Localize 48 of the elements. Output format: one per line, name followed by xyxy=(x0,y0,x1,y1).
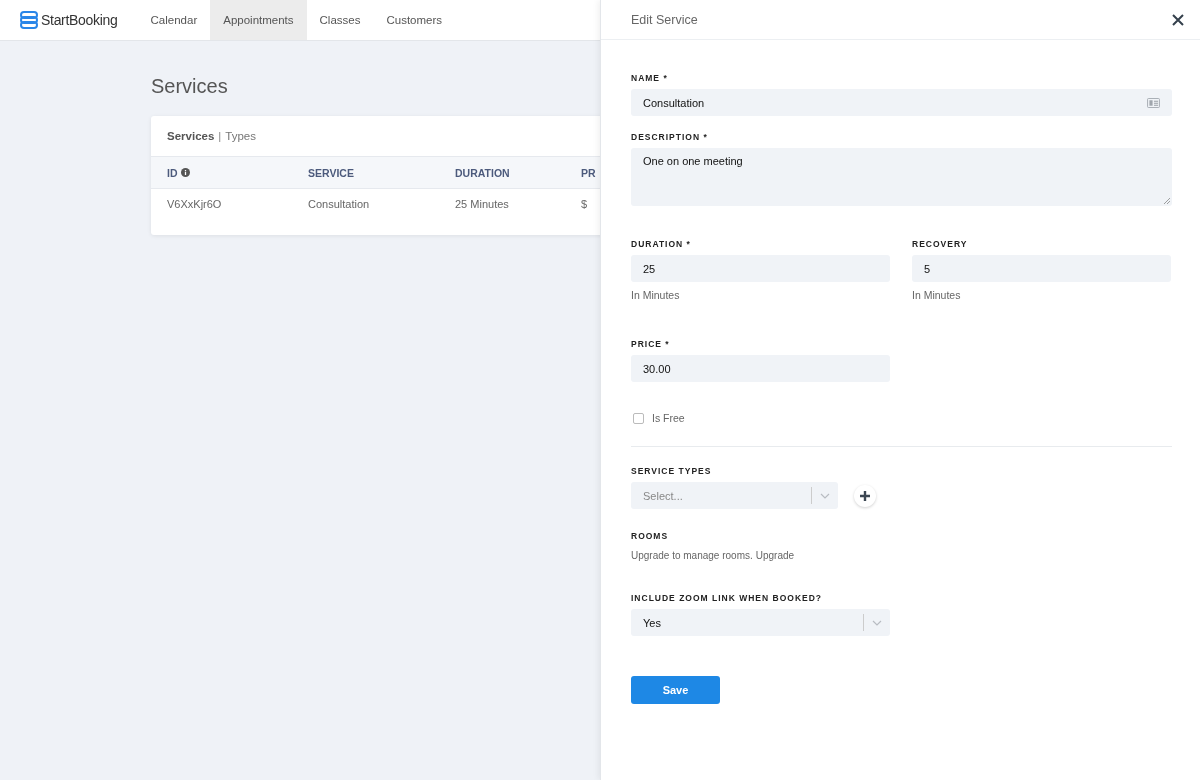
field-label: SERVICE TYPES xyxy=(631,466,713,476)
table-cell: Consultation xyxy=(308,198,370,210)
checkbox-label: Is Free xyxy=(652,412,685,424)
number-field[interactable]: 5 xyxy=(912,255,1171,282)
logo-icon xyxy=(20,11,38,29)
field-label: NAME * xyxy=(631,73,669,83)
add-button[interactable] xyxy=(854,484,876,507)
info-icon[interactable] xyxy=(180,168,190,177)
nav-tab[interactable]: Calendar xyxy=(137,0,211,40)
table-cell: $ xyxy=(581,198,588,210)
zoom-link-select[interactable]: Yes xyxy=(631,609,890,636)
nav-tab[interactable]: Classes xyxy=(306,0,374,40)
field-label: PRICE * xyxy=(631,339,671,349)
id-card-icon xyxy=(1147,97,1160,108)
name-field[interactable]: Consultation xyxy=(631,89,1172,116)
plus-icon xyxy=(860,490,870,501)
column-header: DURATION xyxy=(455,166,510,179)
number-field[interactable]: 25 xyxy=(631,255,890,282)
page-title: Services xyxy=(151,75,228,98)
drawer-title: Edit Service xyxy=(631,12,698,27)
chevron-down-icon xyxy=(820,492,830,499)
field-hint: In Minutes xyxy=(631,289,681,301)
rooms-note: Upgrade to manage rooms. xyxy=(631,550,753,561)
tab-separator: | xyxy=(218,130,222,142)
nav-tab[interactable]: Customers xyxy=(373,0,456,40)
close-icon[interactable] xyxy=(1172,13,1184,26)
field-label: ROOMS xyxy=(631,531,670,541)
field-label: INCLUDE ZOOM LINK WHEN BOOKED? xyxy=(631,593,824,603)
column-header: PR xyxy=(581,166,596,179)
upgrade-link[interactable]: Upgrade xyxy=(755,550,795,561)
field-label: RECOVERY xyxy=(912,239,969,249)
checkbox[interactable] xyxy=(633,412,644,424)
chevron-down-icon xyxy=(872,619,882,626)
column-header: ID xyxy=(167,166,178,179)
nav-tab[interactable]: Appointments xyxy=(210,0,307,40)
field-label: DESCRIPTION * xyxy=(631,132,709,142)
brand-name[interactable]: StartBooking xyxy=(41,12,118,28)
resize-grip-icon[interactable] xyxy=(1164,198,1170,204)
description-field[interactable]: One on one meeting xyxy=(631,148,1172,206)
price-field[interactable]: 30.00 xyxy=(631,355,890,382)
card-tab[interactable]: Types xyxy=(225,130,256,142)
table-cell: V6XxKjr6O xyxy=(167,198,222,210)
save-button[interactable]: Save xyxy=(631,676,720,704)
card-tab[interactable]: Services xyxy=(167,130,215,142)
field-label: DURATION * xyxy=(631,239,692,249)
column-header: SERVICE xyxy=(308,166,354,179)
table-cell: 25 Minutes xyxy=(455,198,509,210)
field-hint: In Minutes xyxy=(912,289,962,301)
